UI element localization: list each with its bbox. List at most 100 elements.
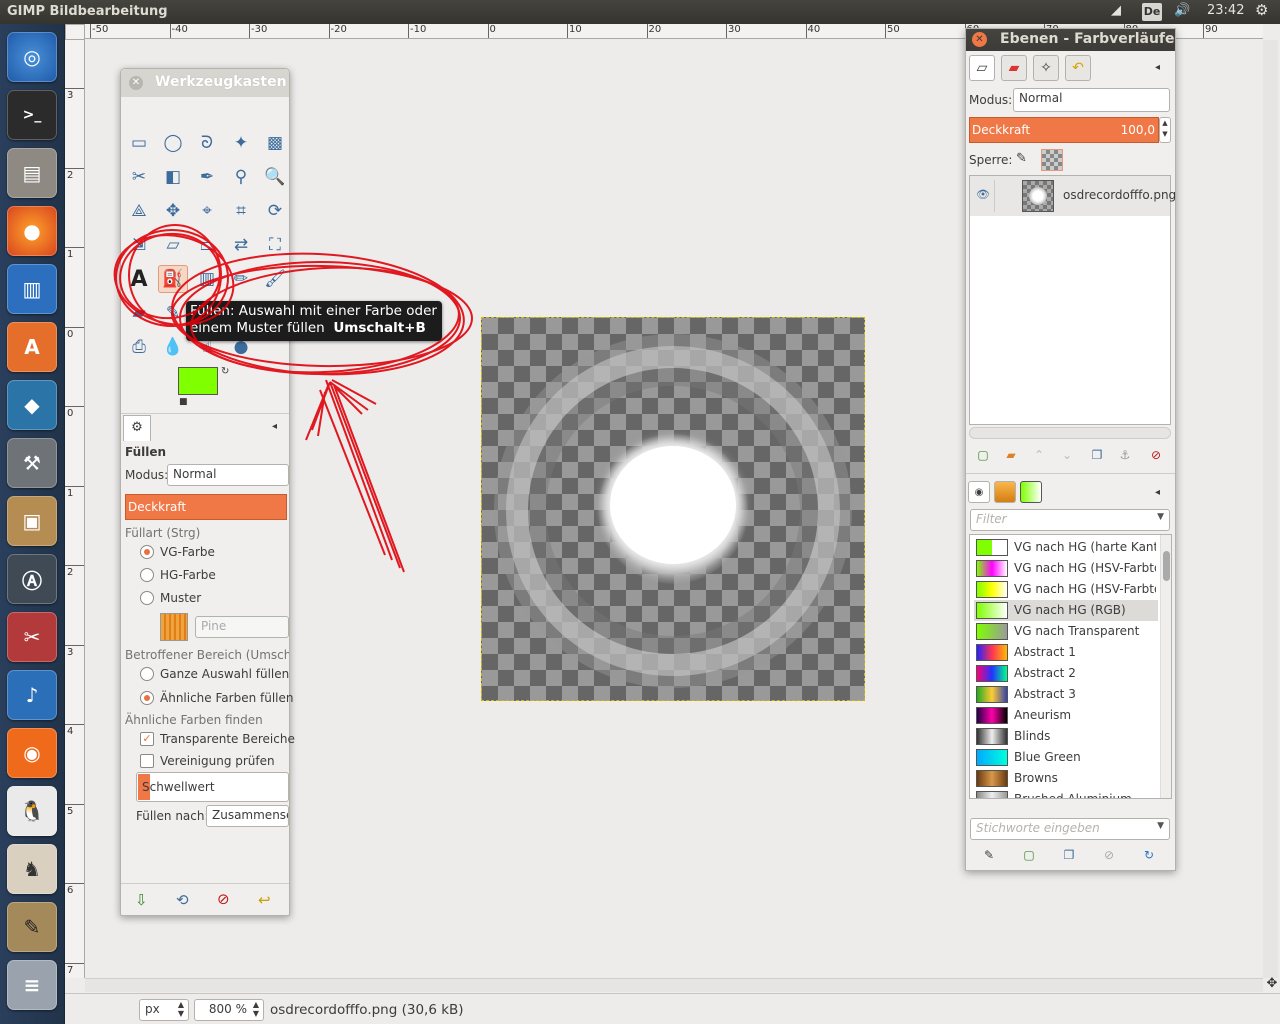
reset-options-icon[interactable]: ↩ xyxy=(258,891,271,909)
tags-input[interactable]: Stichworte eingeben ▼ xyxy=(970,818,1170,840)
ubuntu-dash-icon[interactable]: ◎ xyxy=(7,32,57,82)
gradient-item[interactable]: Aneurism xyxy=(974,705,1158,726)
foreground-select-icon[interactable]: ◧ xyxy=(158,163,188,191)
ruler-corner[interactable] xyxy=(65,24,85,40)
radio-pattern[interactable] xyxy=(140,591,154,605)
terminal-icon[interactable]: >_ xyxy=(7,90,57,140)
opacity-slider[interactable]: Deckkraft xyxy=(125,494,287,520)
new-layer-icon[interactable]: ▢ xyxy=(974,446,992,464)
software-center-icon[interactable]: A xyxy=(7,322,57,372)
close-icon[interactable]: ✕ xyxy=(972,32,987,47)
gradient-item[interactable]: VG nach HG (HSV-Farbton im UZS) xyxy=(974,579,1158,600)
flip-icon[interactable]: ⇄ xyxy=(226,231,256,259)
gradient-item[interactable]: VG nach HG (RGB) xyxy=(974,600,1158,621)
layer-row[interactable]: 👁 osdrecordofffo.png xyxy=(970,176,1176,216)
wifi-icon[interactable]: ◢ xyxy=(1111,3,1121,18)
file-manager-icon[interactable]: ▤ xyxy=(7,148,57,198)
rect-select-icon[interactable]: ▭ xyxy=(124,129,154,157)
perspective-icon[interactable]: ⏢ xyxy=(192,231,222,259)
gradient-item[interactable]: Abstract 2 xyxy=(974,663,1158,684)
raise-layer-icon[interactable]: ⌃ xyxy=(1030,446,1048,464)
gradient-item[interactable]: Browns xyxy=(974,768,1158,789)
shear-icon[interactable]: ▱ xyxy=(158,231,188,259)
stack-icon[interactable]: ≡ xyxy=(7,960,57,1010)
zoom-select[interactable]: 800 % ▲ ▼ xyxy=(194,999,264,1021)
game-icon[interactable]: ♞ xyxy=(7,844,57,894)
eraser-icon[interactable]: ▰ xyxy=(124,299,154,327)
duplicate-gradient-icon[interactable]: ❐ xyxy=(1060,846,1078,864)
align-icon[interactable]: ⌖ xyxy=(192,197,222,225)
keyboard-layout-indicator[interactable]: De xyxy=(1142,3,1162,21)
image-canvas[interactable] xyxy=(481,317,865,701)
gradient-item[interactable]: Abstract 3 xyxy=(974,684,1158,705)
blend-icon[interactable]: ▥ xyxy=(192,265,222,293)
gear-icon[interactable]: ⚙ xyxy=(1255,1,1268,19)
synaptic-icon[interactable]: Ⓐ xyxy=(7,554,57,604)
new-group-icon[interactable]: ▰ xyxy=(1002,446,1020,464)
layer-opacity-slider[interactable]: Deckkraft 100,0 xyxy=(969,117,1159,143)
delete-gradient-icon[interactable]: ⊘ xyxy=(1100,846,1118,864)
duplicate-layer-icon[interactable]: ❐ xyxy=(1088,446,1106,464)
radio-whole-selection[interactable] xyxy=(140,667,154,681)
pencil-icon[interactable]: ✏ xyxy=(226,265,256,293)
firefox-icon[interactable]: ● xyxy=(7,206,57,256)
gradient-item[interactable]: VG nach HG (harte Kante) xyxy=(974,537,1158,558)
edit-gradient-icon[interactable]: ✎ xyxy=(980,846,998,864)
music-icon[interactable]: ♪ xyxy=(7,670,57,720)
color-select-icon[interactable]: ▩ xyxy=(260,129,290,157)
crop-icon[interactable]: ⌗ xyxy=(226,197,256,225)
volume-icon[interactable]: 🔊 xyxy=(1174,3,1190,18)
blur-icon[interactable]: 💧 xyxy=(158,333,188,361)
ellipse-select-icon[interactable]: ◯ xyxy=(158,129,188,157)
filter-input[interactable]: Filter ▼ xyxy=(970,509,1170,531)
clock[interactable]: 23:42 xyxy=(1207,3,1244,18)
pattern-swatch[interactable] xyxy=(160,613,188,641)
scale-icon[interactable]: ⇲ xyxy=(124,231,154,259)
lock-pixels-icon[interactable]: ✎ xyxy=(1016,151,1027,166)
tab-channels[interactable]: ▰ xyxy=(1001,55,1027,81)
settings-icon[interactable]: ✂ xyxy=(7,612,57,662)
delete-layer-icon[interactable]: ⊘ xyxy=(1147,446,1165,464)
gradient-item[interactable]: VG nach HG (HSV-Farbton gegen UZS) xyxy=(974,558,1158,579)
new-gradient-icon[interactable]: ▢ xyxy=(1020,846,1038,864)
fish-icon[interactable]: ◉ xyxy=(7,728,57,778)
navigate-icon[interactable]: ✥ xyxy=(1264,976,1280,992)
restore-options-icon[interactable]: ⟲ xyxy=(176,891,189,909)
refresh-gradients-icon[interactable]: ↻ xyxy=(1140,846,1158,864)
tab-undo[interactable]: ↶ xyxy=(1065,55,1091,81)
unit-select[interactable]: px ▲ ▼ xyxy=(139,999,189,1021)
radio-similar-colors[interactable] xyxy=(140,691,154,705)
system-tool-icon[interactable]: ⚒ xyxy=(7,438,57,488)
save-options-icon[interactable]: ⇩ xyxy=(135,891,148,909)
swap-colors-icon[interactable]: ↻ xyxy=(221,366,229,377)
opacity-spin[interactable]: ▲ ▼ xyxy=(1159,117,1171,143)
sample-merged-checkbox[interactable] xyxy=(140,754,154,768)
mode-select[interactable]: Normal xyxy=(167,464,289,486)
free-select-icon[interactable]: ᘐ xyxy=(192,129,222,157)
close-icon[interactable]: ✕ xyxy=(129,76,143,90)
rotate-icon[interactable]: ⟳ xyxy=(260,197,290,225)
gradient-item[interactable]: Brushed Aluminium xyxy=(974,789,1158,798)
delete-options-icon[interactable]: ⊘ xyxy=(217,890,230,908)
text-icon[interactable]: A xyxy=(124,265,154,293)
cage-icon[interactable]: ⛶ xyxy=(260,231,290,259)
layer-name[interactable]: osdrecordofffo.png xyxy=(1063,188,1176,202)
default-colors-icon[interactable]: ■ xyxy=(179,397,188,407)
layers-hscroll[interactable] xyxy=(969,427,1171,439)
vertical-ruler[interactable]: 3210012345678 xyxy=(65,40,85,978)
gradient-item[interactable]: Blue Green xyxy=(974,747,1158,768)
transparent-checkbox[interactable]: ✓ xyxy=(140,732,154,746)
visibility-eye-icon[interactable]: 👁 xyxy=(976,188,990,201)
zoom-icon[interactable]: 🔍 xyxy=(260,163,290,191)
tab-menu-icon[interactable]: ◂ xyxy=(1155,62,1160,73)
tool-options-tab[interactable]: ⚙ xyxy=(123,415,151,441)
radio-fg-color[interactable] xyxy=(140,545,154,559)
tab-menu-icon[interactable]: ◂ xyxy=(1155,487,1160,498)
fuzzy-select-icon[interactable]: ✦ xyxy=(226,129,256,157)
scissors-icon[interactable]: ✂ xyxy=(124,163,154,191)
writer-icon[interactable]: ▥ xyxy=(7,264,57,314)
layer-mode-select[interactable]: Normal xyxy=(1013,88,1170,112)
gradient-item[interactable]: VG nach Transparent xyxy=(974,621,1158,642)
threshold-slider[interactable]: Schwellwert xyxy=(136,772,289,802)
anchor-layer-icon[interactable]: ⚓ xyxy=(1116,446,1134,464)
